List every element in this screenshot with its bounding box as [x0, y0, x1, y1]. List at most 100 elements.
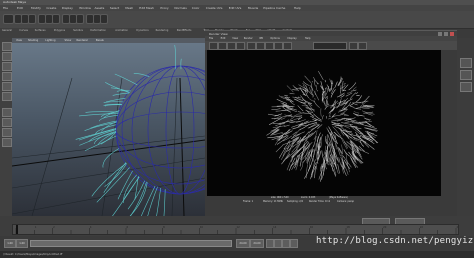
shelf-tab-rendering[interactable]: Rendering	[156, 29, 169, 32]
time-tick-label: 10	[200, 225, 204, 229]
fur-strand	[313, 159, 316, 168]
shelf-tab-animation[interactable]: Animation	[115, 29, 128, 32]
shelf-tab-deformation[interactable]: Deformation	[90, 29, 106, 32]
step-forward-icon[interactable]	[282, 239, 290, 248]
start-frame-field[interactable]: 1.00	[4, 239, 16, 248]
fur-strand	[334, 81, 338, 88]
perspective-viewport[interactable]	[12, 38, 205, 216]
blog-watermark: http://blog.csdn.net/pengyizhe	[316, 236, 474, 246]
fur-strand	[293, 131, 305, 137]
hair-curve	[102, 148, 120, 168]
fur-strand	[328, 115, 335, 120]
shelf-tab-polygons[interactable]: Polygons	[54, 29, 65, 32]
viewport-menu-bar: View Shading Lighting Show Renderer Panels	[12, 38, 205, 43]
shelf-tab-general[interactable]: General	[2, 29, 12, 32]
keep-image-icon[interactable]	[274, 42, 283, 50]
render-image-canvas[interactable]	[207, 50, 441, 196]
lasso-tool-icon[interactable]	[2, 52, 12, 61]
fur-strand	[356, 149, 363, 160]
fur-strand	[317, 124, 323, 130]
time-tick-label: 4	[90, 225, 92, 229]
redo-render-icon[interactable]	[209, 42, 218, 50]
select-tool-icon[interactable]	[2, 42, 12, 51]
grid-axis-line	[179, 77, 185, 216]
render-settings-icon[interactable]	[100, 14, 108, 24]
fur-strand	[292, 96, 301, 99]
viewport-menu-shading[interactable]: Shading	[28, 38, 38, 43]
fur-strand	[341, 144, 344, 154]
fur-strands	[266, 70, 379, 182]
time-slider[interactable]: 124681012141618202224	[12, 224, 460, 235]
viewport-menu-show[interactable]: Show	[65, 38, 72, 43]
rotate-tool-icon[interactable]	[2, 82, 12, 91]
fur-strand	[302, 81, 310, 86]
time-tick-label: 24	[457, 225, 459, 229]
fur-strand	[305, 91, 309, 99]
two-pane-icon[interactable]	[2, 128, 12, 137]
range-end-field[interactable]: 24.00	[236, 239, 250, 248]
exposure-icon[interactable]	[349, 42, 358, 50]
end-frame-field[interactable]: 24.00	[250, 239, 264, 248]
status-sampling: Sampling: 2/4	[287, 199, 303, 203]
channel-alpha-icon[interactable]	[256, 42, 265, 50]
attribute-editor-icon[interactable]	[460, 70, 472, 80]
snap-point-icon[interactable]	[76, 14, 84, 24]
fur-strand	[280, 96, 291, 98]
gamma-icon[interactable]	[358, 42, 367, 50]
time-tick-label: 22	[420, 225, 424, 229]
status-line	[0, 11, 474, 29]
shelf-tab-surfaces[interactable]: Surfaces	[35, 29, 46, 32]
fur-strand	[362, 104, 373, 107]
time-tick-label: 16	[310, 225, 314, 229]
camera-dropdown[interactable]	[313, 42, 347, 50]
move-tool-icon[interactable]	[2, 72, 12, 81]
hair-curve	[147, 186, 158, 216]
fur-strand	[272, 122, 282, 124]
shelf-tab-subdivs[interactable]: Subdivs	[73, 29, 83, 32]
time-tick-label: 14	[273, 225, 277, 229]
wire-sphere[interactable]	[115, 65, 205, 195]
ipr-icon[interactable]	[236, 42, 245, 50]
zoom-1-1-icon[interactable]	[265, 42, 274, 50]
channel-box-icon[interactable]	[460, 58, 472, 68]
mode-dropdown[interactable]	[3, 14, 14, 24]
hair-curves[interactable]	[75, 45, 182, 216]
viewport-menu-view[interactable]: View	[16, 38, 22, 43]
status-camera: Camera: persp	[337, 199, 354, 203]
render-region-icon[interactable]	[218, 42, 227, 50]
hair-curve	[163, 189, 166, 216]
fur-strand	[339, 135, 348, 150]
status-memory: Memory: 1174Mb	[263, 199, 283, 203]
current-time-marker[interactable]	[16, 225, 18, 234]
fur-strand	[346, 91, 352, 94]
outliner-pane-icon[interactable]	[2, 138, 12, 147]
fur-strand	[313, 100, 320, 108]
play-back-icon[interactable]	[266, 239, 274, 248]
range-bar[interactable]	[30, 240, 232, 247]
shelf-tab-dynamics[interactable]: Dynamics	[136, 29, 148, 32]
ground-grid	[12, 77, 205, 216]
viewport-menu-lighting[interactable]: Lighting	[45, 38, 55, 43]
paint-select-icon[interactable]	[2, 62, 12, 71]
snapshot-icon[interactable]	[227, 42, 236, 50]
play-forward-icon[interactable]	[274, 239, 282, 248]
remove-image-icon[interactable]	[283, 42, 292, 50]
shelf-tab-painteffects[interactable]: PaintEffects	[177, 29, 192, 32]
command-line[interactable]: // Result: C:/Users/Maya/images/tmp/unti…	[0, 251, 474, 258]
channel-rgb-icon[interactable]	[247, 42, 256, 50]
single-pane-icon[interactable]	[2, 108, 12, 117]
range-start-field[interactable]: 1.00	[16, 239, 28, 248]
grid-axis-line	[12, 139, 205, 167]
fur-strand	[361, 140, 370, 148]
four-pane-icon[interactable]	[2, 118, 12, 127]
tool-settings-icon[interactable]	[460, 82, 472, 92]
go-to-end-icon[interactable]	[290, 239, 298, 248]
fur-strand	[322, 114, 324, 120]
scale-tool-icon[interactable]	[2, 92, 12, 101]
select-component-icon[interactable]	[52, 14, 60, 24]
viewport-menu-panels[interactable]: Panels	[96, 38, 104, 43]
fur-strand	[345, 92, 353, 97]
shelf-tab-curves[interactable]: Curves	[19, 29, 28, 32]
viewport-menu-renderer[interactable]: Renderer	[77, 38, 88, 43]
save-scene-icon[interactable]	[28, 14, 36, 24]
